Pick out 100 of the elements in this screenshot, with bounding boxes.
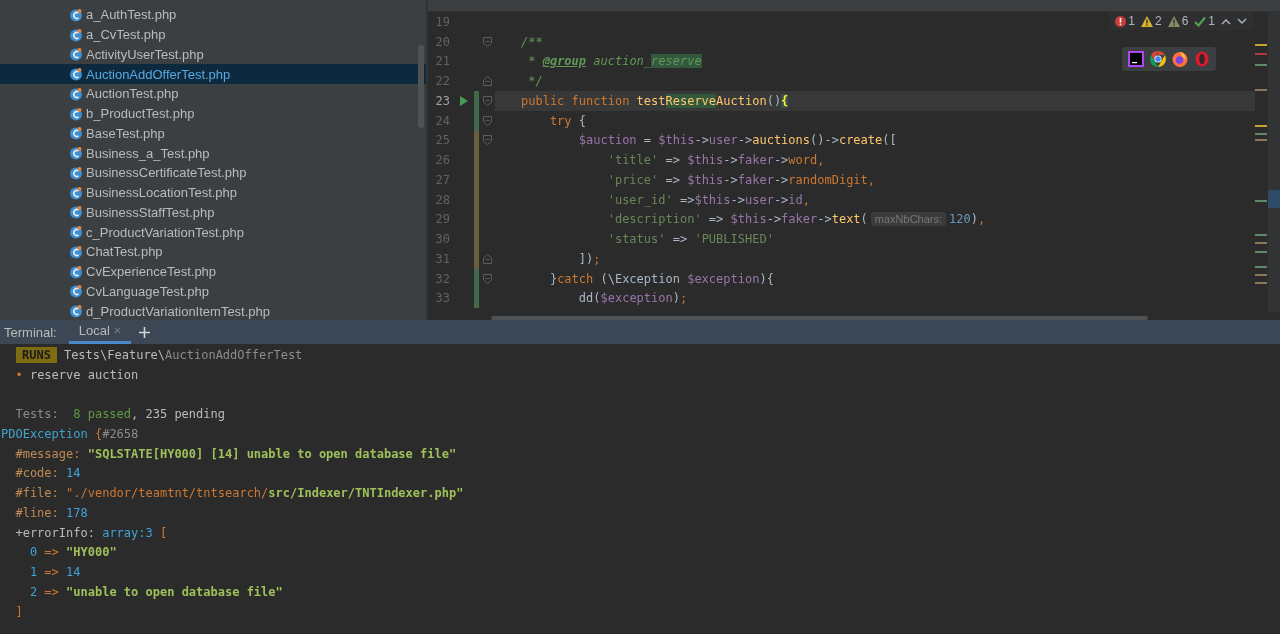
code-line: * @group auction_reserve	[527, 54, 702, 69]
file-tree-item[interactable]: a_CvTest.php	[0, 24, 426, 45]
terminal-line: #message: "SQLSTATE[HY000] [14] unable to open database file"	[14, 446, 457, 461]
code-line: ]);	[577, 251, 601, 266]
fold-icon[interactable]	[482, 76, 492, 87]
line-number: 26	[434, 153, 451, 168]
code-line: }catch (\Exception $exception){	[548, 271, 774, 286]
terminal-line: Tests: 8 passed, 235 pending	[14, 407, 225, 422]
code-line: try {	[548, 113, 587, 128]
line-number: 21	[434, 54, 451, 69]
fold-icon[interactable]	[482, 36, 492, 47]
terminal-line: 1 => 14	[28, 565, 81, 580]
file-tree-item[interactable]: c_ProductVariationTest.php	[0, 222, 426, 242]
file-tree-item[interactable]: b_ProductTest.php	[0, 103, 426, 124]
file-tree-item[interactable]: d_ProductVariationItemTest.php	[0, 301, 426, 321]
fold-icon[interactable]	[482, 273, 492, 284]
class-file-icon	[69, 264, 83, 279]
line-number: 24	[434, 113, 451, 128]
error-icon	[1115, 15, 1127, 27]
fold-icon[interactable]	[482, 115, 492, 126]
terminal-line: PDOException {#2658	[1, 426, 139, 441]
class-file-icon	[69, 165, 83, 180]
code-line: dd($exception);	[577, 291, 688, 306]
scrollbar-thumb[interactable]	[418, 45, 424, 128]
close-icon[interactable]	[113, 327, 121, 334]
terminal-line: #file: "./vendor/teamtnt/tntsearch/src/Indexer/TNTIndexer.php"	[14, 486, 464, 501]
file-tree-item[interactable]: BaseTest.php	[0, 123, 426, 144]
code-line: 'title' => $this->faker->word,	[606, 153, 825, 168]
fold-icon[interactable]	[482, 253, 492, 264]
terminal-line: #line: 178	[14, 505, 88, 520]
inspection-count: 1	[1208, 14, 1215, 28]
plus-icon	[138, 326, 150, 338]
browser-icon[interactable]	[1194, 51, 1210, 67]
inspection-count: 2	[1154, 14, 1162, 28]
code-line: $auction = $this->user->auctions()->create([	[577, 133, 897, 148]
line-number: 31	[434, 251, 451, 266]
line-number: 30	[434, 232, 451, 247]
chevron-down-icon	[1237, 17, 1247, 25]
class-file-icon	[69, 126, 83, 141]
class-file-icon	[69, 146, 83, 161]
inspection-count: 1	[1128, 14, 1135, 28]
file-tree-item[interactable]: Business_a_Test.php	[0, 143, 426, 163]
class-file-icon	[69, 284, 83, 299]
terminal-line: #code: 14	[14, 466, 81, 481]
code-line: 'price' => $this->faker->randomDigit,	[606, 172, 876, 187]
class-file-icon	[69, 86, 83, 101]
class-file-icon	[69, 244, 83, 259]
fold-icon[interactable]	[482, 95, 492, 106]
run-icon[interactable]	[460, 95, 468, 106]
file-tree-item[interactable]: BusinessLocationTest.php	[0, 182, 426, 203]
previous-button[interactable]	[1221, 17, 1231, 25]
terminal-line: 0 => "HY000"	[28, 545, 117, 560]
line-number: 23	[434, 93, 451, 108]
line-number: 25	[434, 133, 451, 148]
warning-icon	[1167, 15, 1180, 27]
scrollbar-thumb[interactable]	[491, 316, 1148, 320]
class-file-icon	[69, 304, 83, 319]
line-number: 27	[434, 172, 451, 187]
file-tree-item[interactable]: ChatTest.php	[0, 242, 426, 262]
file-tree-item[interactable]: AuctionTest.php	[0, 84, 426, 104]
line-number: 28	[434, 192, 451, 207]
terminal-title: Terminal:	[3, 323, 58, 342]
terminal-tab[interactable]: Local	[68, 320, 131, 344]
code-line: 'description' => $this->faker->text( maxNbChars: 120),	[606, 212, 986, 227]
file-tree-item[interactable]: AuctionAddOfferTest.php	[0, 64, 426, 84]
line-number: 29	[434, 212, 451, 227]
code-line: 'user_id' =>$this->user->id,	[606, 192, 811, 207]
file-tree-item[interactable]: CvLanguageTest.php	[0, 281, 426, 302]
code-line: 'status' => 'PUBLISHED'	[606, 232, 774, 247]
file-tree-item[interactable]: a_AuthTest.php	[0, 5, 426, 25]
status-badge: RUNS	[16, 346, 57, 363]
line-number: 20	[434, 34, 451, 49]
line-number: 32	[434, 271, 451, 286]
class-file-icon	[69, 67, 83, 82]
line-number: 19	[434, 14, 451, 29]
fold-icon[interactable]	[482, 135, 492, 146]
class-file-icon	[69, 185, 83, 200]
file-tree-item[interactable]: CvExperienceTest.php	[0, 261, 426, 282]
app-icon[interactable]	[1128, 51, 1144, 67]
file-tree-item[interactable]: ActivityUserTest.php	[0, 44, 426, 65]
browser-icon[interactable]	[1172, 51, 1188, 67]
terminal-line: • reserve auction	[14, 367, 139, 382]
code-line: public function testReserveAuction(){	[521, 93, 789, 108]
code-line: */	[527, 74, 543, 89]
next-button[interactable]	[1237, 17, 1247, 25]
file-tree-item[interactable]: BusinessStaffTest.php	[0, 202, 426, 223]
terminal-line: +errorInfo: array:3 [	[14, 525, 168, 540]
class-file-icon	[69, 7, 83, 22]
class-file-icon	[69, 27, 83, 42]
browser-icon[interactable]	[1150, 51, 1166, 67]
line-number: 33	[434, 291, 451, 306]
terminal-line: ]	[14, 604, 23, 619]
check-icon	[1194, 15, 1207, 27]
class-file-icon	[69, 47, 83, 62]
line-number: 22	[434, 74, 451, 89]
class-file-icon	[69, 225, 83, 240]
class-file-icon	[69, 205, 83, 220]
inspection-count: 6	[1181, 14, 1189, 28]
warning-icon	[1140, 15, 1153, 27]
file-tree-item[interactable]: BusinessCertificateTest.php	[0, 163, 426, 183]
